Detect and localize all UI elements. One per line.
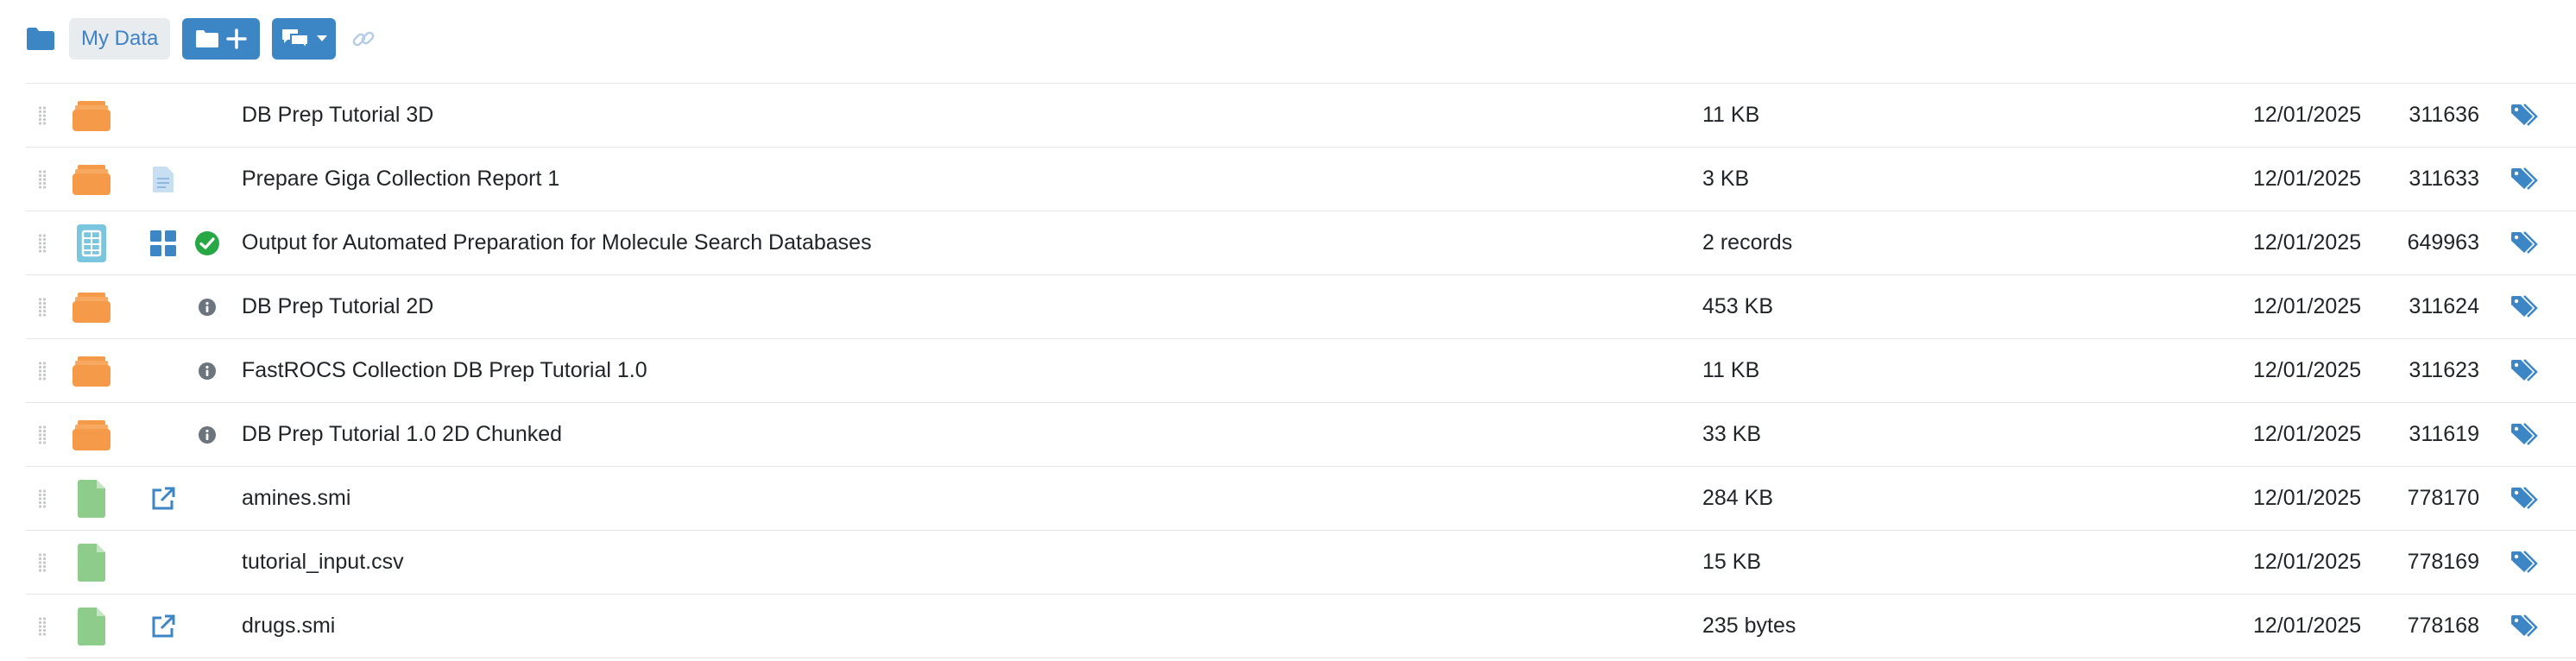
file-icon <box>69 595 114 658</box>
drag-handle-icon[interactable] <box>38 211 50 274</box>
drag-handle-icon[interactable] <box>38 275 50 338</box>
item-name-link[interactable]: amines.smi <box>242 467 350 530</box>
drag-handle-icon[interactable] <box>38 403 50 466</box>
file-icon <box>69 467 114 530</box>
comments-icon <box>281 28 310 50</box>
folder-icon <box>195 29 219 48</box>
comments-dropdown-button[interactable] <box>272 18 337 60</box>
toolbar: My Data <box>26 17 379 60</box>
info-icon[interactable] <box>190 339 224 402</box>
item-name-link[interactable]: Prepare Giga Collection Report 1 <box>242 148 559 211</box>
drag-handle-icon[interactable] <box>38 148 50 211</box>
item-id: 311623 <box>2409 358 2479 382</box>
tag-icon[interactable] <box>2507 211 2541 274</box>
table-row[interactable]: amines.smi 284 KB 12/01/2025 778170 <box>26 467 2576 531</box>
item-id: 778168 <box>2407 614 2479 638</box>
drag-handle-icon[interactable] <box>38 531 50 594</box>
table-row[interactable]: DB Prep Tutorial 2D 453 KB 12/01/2025 31162… <box>26 275 2576 339</box>
success-check-icon <box>190 211 224 274</box>
collection-icon <box>69 148 114 211</box>
link-icon[interactable] <box>348 23 379 54</box>
table-row[interactable]: FastROCS Collection DB Prep Tutorial 1.0… <box>26 339 2576 403</box>
tag-icon[interactable] <box>2507 275 2541 338</box>
item-name-link[interactable]: FastROCS Collection DB Prep Tutorial 1.0 <box>242 339 647 402</box>
item-date: 12/01/2025 <box>2253 294 2362 318</box>
item-size: 11 KB <box>1702 358 1760 382</box>
item-name-link[interactable]: drugs.smi <box>242 595 335 658</box>
item-size: 453 KB <box>1702 294 1774 318</box>
drag-handle-icon[interactable] <box>38 467 50 530</box>
info-icon[interactable] <box>190 275 224 338</box>
collection-icon <box>69 275 114 338</box>
item-id: 311633 <box>2409 167 2479 191</box>
item-id: 778169 <box>2407 550 2479 574</box>
tag-icon[interactable] <box>2507 531 2541 594</box>
item-date: 12/01/2025 <box>2253 230 2362 255</box>
info-icon[interactable] <box>190 403 224 466</box>
item-date: 12/01/2025 <box>2253 358 2362 382</box>
report-document-icon[interactable] <box>143 148 183 211</box>
item-size: 2 records <box>1702 230 1793 255</box>
external-link-icon[interactable] <box>143 595 183 658</box>
table-row[interactable]: Output for Automated Preparation for Mol… <box>26 211 2576 275</box>
item-size: 235 bytes <box>1702 614 1796 638</box>
folder-icon[interactable] <box>26 26 57 52</box>
item-size: 15 KB <box>1702 550 1762 574</box>
item-size: 3 KB <box>1702 167 1750 191</box>
caret-down-icon <box>317 35 328 42</box>
item-id: 311624 <box>2409 294 2479 318</box>
new-folder-button[interactable] <box>182 18 261 60</box>
item-id: 311619 <box>2409 422 2479 446</box>
item-id: 311636 <box>2409 103 2479 127</box>
item-id: 649963 <box>2407 230 2479 255</box>
table-row[interactable]: DB Prep Tutorial 3D 11 KB 12/01/2025 311636 <box>26 84 2576 148</box>
grid-view-icon[interactable] <box>143 211 183 274</box>
item-name-link[interactable]: DB Prep Tutorial 3D <box>242 84 433 147</box>
table-row[interactable]: DB Prep Tutorial 1.0 2D Chunked 33 KB 12/0… <box>26 403 2576 467</box>
item-size: 11 KB <box>1702 103 1760 127</box>
data-table: DB Prep Tutorial 3D 11 KB 12/01/2025 311636… <box>26 83 2576 658</box>
item-name-link[interactable]: tutorial_input.csv <box>242 531 404 594</box>
drag-handle-icon[interactable] <box>38 339 50 402</box>
file-icon <box>69 531 114 594</box>
tag-icon[interactable] <box>2507 148 2541 211</box>
item-size: 33 KB <box>1702 422 1762 446</box>
item-date: 12/01/2025 <box>2253 550 2362 574</box>
collection-icon <box>69 84 114 147</box>
item-date: 12/01/2025 <box>2253 103 2362 127</box>
drag-handle-icon[interactable] <box>38 595 50 658</box>
tag-icon[interactable] <box>2507 339 2541 402</box>
dataset-icon <box>69 211 114 274</box>
item-id: 778170 <box>2407 486 2479 510</box>
collection-icon <box>69 403 114 466</box>
table-row[interactable]: Prepare Giga Collection Report 1 3 KB 12/0… <box>26 148 2576 211</box>
item-name-link[interactable]: Output for Automated Preparation for Mol… <box>242 211 872 274</box>
breadcrumb-my-data[interactable]: My Data <box>69 18 171 60</box>
external-link-icon[interactable] <box>143 467 183 530</box>
item-size: 284 KB <box>1702 486 1774 510</box>
item-date: 12/01/2025 <box>2253 486 2362 510</box>
tag-icon[interactable] <box>2507 84 2541 147</box>
item-name-link[interactable]: DB Prep Tutorial 1.0 2D Chunked <box>242 403 562 466</box>
tag-icon[interactable] <box>2507 403 2541 466</box>
table-row[interactable]: drugs.smi 235 bytes 12/01/2025 778168 <box>26 595 2576 658</box>
collection-icon <box>69 339 114 402</box>
item-date: 12/01/2025 <box>2253 614 2362 638</box>
plus-icon <box>226 28 248 49</box>
item-date: 12/01/2025 <box>2253 422 2362 446</box>
tag-icon[interactable] <box>2507 595 2541 658</box>
item-date: 12/01/2025 <box>2253 167 2362 191</box>
table-row[interactable]: tutorial_input.csv 15 KB 12/01/2025 778169 <box>26 531 2576 595</box>
item-name-link[interactable]: DB Prep Tutorial 2D <box>242 275 433 338</box>
drag-handle-icon[interactable] <box>38 84 50 147</box>
tag-icon[interactable] <box>2507 467 2541 530</box>
